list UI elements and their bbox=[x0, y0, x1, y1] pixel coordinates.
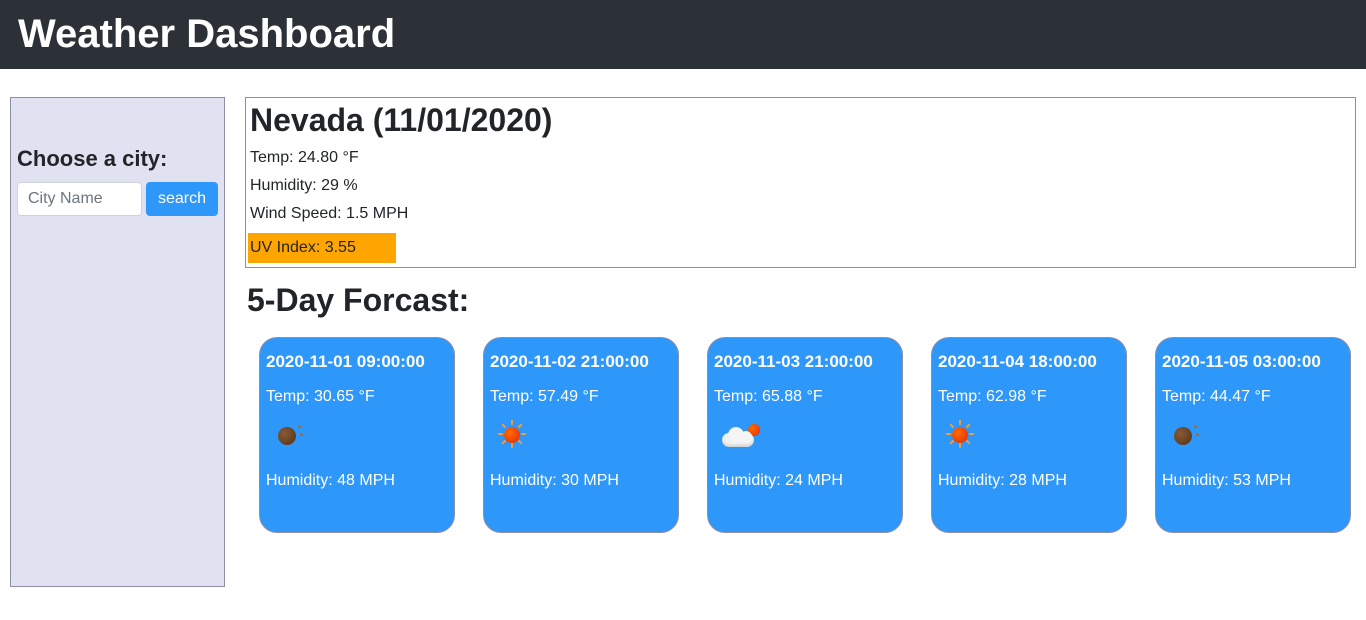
forecast-temp: Temp: 44.47 °F bbox=[1162, 388, 1344, 406]
sidebar: Choose a city: search bbox=[10, 97, 225, 587]
search-button[interactable]: search bbox=[146, 182, 218, 216]
choose-city-heading: Choose a city: bbox=[17, 146, 218, 172]
forecast-datetime: 2020-11-01 09:00:00 bbox=[266, 352, 448, 372]
forecast-icon-slot bbox=[1162, 414, 1344, 456]
app-header: Weather Dashboard bbox=[0, 0, 1366, 69]
forecast-card: 2020-11-02 21:00:00 Temp: 57.49 °F Humidit… bbox=[483, 337, 679, 533]
forecast-card: 2020-11-04 18:00:00 Temp: 62.98 °F Humidit… bbox=[931, 337, 1127, 533]
forecast-humidity: Humidity: 53 MPH bbox=[1162, 472, 1344, 490]
forecast-temp: Temp: 57.49 °F bbox=[490, 388, 672, 406]
forecast-card: 2020-11-05 03:00:00 Temp: 44.47 °F Humidit… bbox=[1155, 337, 1351, 533]
app-title: Weather Dashboard bbox=[18, 12, 1348, 57]
forecast-heading: 5-Day Forcast: bbox=[247, 282, 1356, 319]
forecast-humidity: Humidity: 24 MPH bbox=[714, 472, 896, 490]
search-row: search bbox=[17, 182, 218, 216]
sun-icon bbox=[946, 421, 974, 449]
forecast-icon-slot bbox=[490, 414, 672, 456]
forecast-icon-slot bbox=[938, 414, 1120, 456]
forecast-humidity: Humidity: 30 MPH bbox=[490, 472, 672, 490]
current-weather-card: Nevada (11/01/2020) Temp: 24.80 °F Humid… bbox=[245, 97, 1356, 268]
current-humidity: Humidity: 29 % bbox=[248, 177, 1353, 195]
forecast-temp: Temp: 30.65 °F bbox=[266, 388, 448, 406]
partly-cloudy-icon bbox=[722, 421, 762, 449]
forecast-datetime: 2020-11-04 18:00:00 bbox=[938, 352, 1120, 372]
current-temp: Temp: 24.80 °F bbox=[248, 149, 1353, 167]
forecast-icon-slot bbox=[266, 414, 448, 456]
current-city-title: Nevada (11/01/2020) bbox=[248, 102, 1353, 139]
forecast-temp: Temp: 62.98 °F bbox=[938, 388, 1120, 406]
forecast-temp: Temp: 65.88 °F bbox=[714, 388, 896, 406]
haze-icon bbox=[1170, 421, 1200, 449]
current-wind: Wind Speed: 1.5 MPH bbox=[248, 205, 1353, 223]
haze-icon bbox=[274, 421, 304, 449]
forecast-humidity: Humidity: 48 MPH bbox=[266, 472, 448, 490]
forecast-datetime: 2020-11-02 21:00:00 bbox=[490, 352, 672, 372]
forecast-icon-slot bbox=[714, 414, 896, 456]
forecast-row: 2020-11-01 09:00:00 Temp: 30.65 °F Humidit… bbox=[245, 337, 1356, 533]
city-search-input[interactable] bbox=[17, 182, 142, 216]
current-uv-badge: UV Index: 3.55 bbox=[248, 233, 396, 263]
forecast-datetime: 2020-11-05 03:00:00 bbox=[1162, 352, 1344, 372]
main-layout: Choose a city: search Nevada (11/01/2020… bbox=[0, 69, 1366, 597]
forecast-humidity: Humidity: 28 MPH bbox=[938, 472, 1120, 490]
forecast-card: 2020-11-01 09:00:00 Temp: 30.65 °F Humidit… bbox=[259, 337, 455, 533]
main-content: Nevada (11/01/2020) Temp: 24.80 °F Humid… bbox=[245, 97, 1356, 587]
forecast-datetime: 2020-11-03 21:00:00 bbox=[714, 352, 896, 372]
forecast-card: 2020-11-03 21:00:00 Temp: 65.88 °F Humidit… bbox=[707, 337, 903, 533]
sun-icon bbox=[498, 421, 526, 449]
